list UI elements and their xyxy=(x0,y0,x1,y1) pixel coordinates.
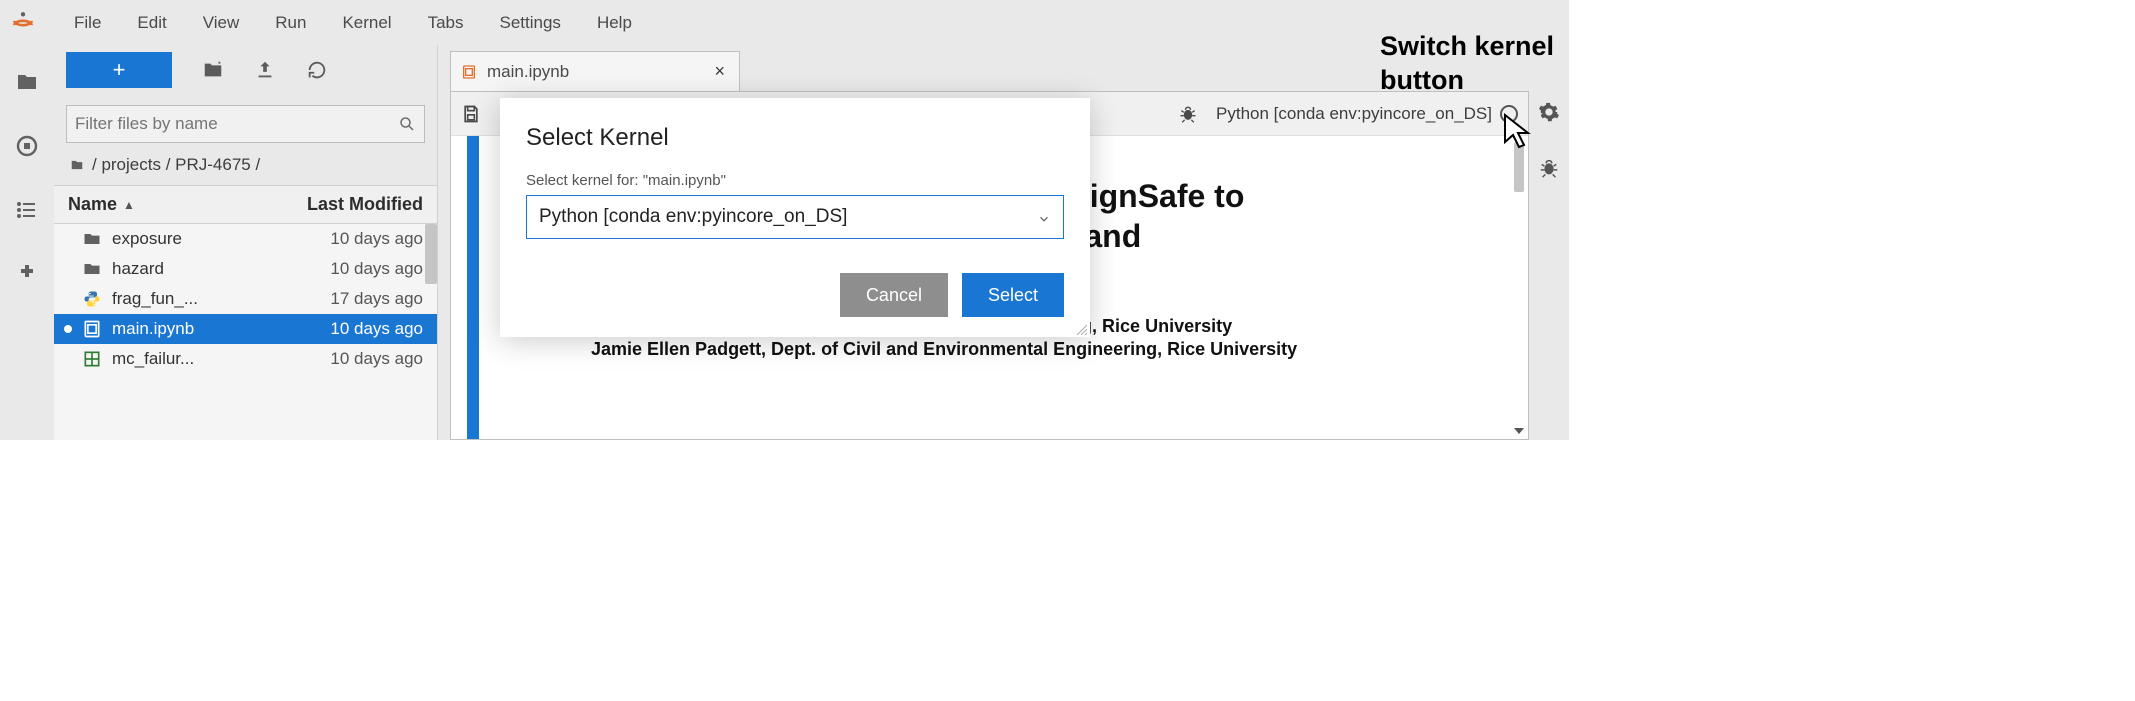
scroll-down-icon[interactable] xyxy=(1514,423,1524,433)
notebook-file-icon xyxy=(461,64,477,80)
bug-icon[interactable] xyxy=(1178,104,1198,124)
running-indicator xyxy=(64,325,72,333)
menu-file[interactable]: File xyxy=(56,9,119,37)
running-indicator xyxy=(64,355,72,363)
list-item[interactable]: mc_failur... 10 days ago xyxy=(54,344,437,374)
folder-icon xyxy=(82,259,102,279)
menu-view[interactable]: View xyxy=(185,9,258,37)
menu-edit[interactable]: Edit xyxy=(119,9,184,37)
close-icon[interactable]: × xyxy=(714,61,725,82)
chevron-down-icon xyxy=(1037,210,1051,224)
menu-settings[interactable]: Settings xyxy=(482,9,579,37)
tab-main-ipynb[interactable]: main.ipynb × xyxy=(450,51,740,91)
app-window: File Edit View Run Kernel Tabs Settings … xyxy=(0,0,1569,440)
sort-ascending-icon: ▲ xyxy=(123,198,135,212)
list-item[interactable]: frag_fun_... 17 days ago xyxy=(54,284,437,314)
running-terminals-icon[interactable] xyxy=(15,134,39,158)
author-line-2: Jamie Ellen Padgett, Dept. of Civil and … xyxy=(491,339,1528,360)
tabstrip: main.ipynb × xyxy=(438,45,1529,91)
kernel-name-label[interactable]: Python [conda env:pyincore_on_DS] xyxy=(1216,104,1492,124)
file-list: exposure 10 days ago hazard 10 days ago … xyxy=(54,224,437,440)
python-file-icon xyxy=(82,289,102,309)
toc-icon[interactable] xyxy=(15,198,39,222)
file-modified: 10 days ago xyxy=(330,319,423,339)
notebook-file-icon xyxy=(82,319,102,339)
breadcrumb-path: / projects / PRJ-4675 / xyxy=(92,155,260,175)
kernel-select-value: Python [conda env:pyincore_on_DS] xyxy=(539,206,1037,228)
filebrowser-filter xyxy=(66,105,425,143)
column-name-label: Name xyxy=(68,194,117,215)
new-folder-icon[interactable] xyxy=(202,59,224,81)
filebrowser-panel: + / projects / PRJ-4675 / xyxy=(54,45,438,440)
filebrowser-columns: Name ▲ Last Modified xyxy=(54,185,437,224)
file-name: exposure xyxy=(112,229,320,249)
dialog-title: Select Kernel xyxy=(526,124,1064,152)
search-icon xyxy=(398,115,416,133)
running-indicator xyxy=(64,295,72,303)
upload-icon[interactable] xyxy=(254,59,276,81)
filter-input[interactable] xyxy=(75,114,398,134)
select-button[interactable]: Select xyxy=(962,273,1064,317)
save-icon[interactable] xyxy=(461,104,481,124)
jupyter-logo-icon xyxy=(10,10,36,36)
debugger-icon[interactable] xyxy=(1538,157,1560,179)
cancel-button[interactable]: Cancel xyxy=(840,273,948,317)
tab-label: main.ipynb xyxy=(487,62,704,82)
property-inspector-icon[interactable] xyxy=(1538,101,1560,123)
list-item[interactable]: exposure 10 days ago xyxy=(54,224,437,254)
folder-icon[interactable] xyxy=(15,70,39,94)
folder-icon xyxy=(82,229,102,249)
file-modified: 10 days ago xyxy=(330,259,423,279)
menubar: File Edit View Run Kernel Tabs Settings … xyxy=(0,0,1569,45)
menu-run[interactable]: Run xyxy=(257,9,324,37)
right-rail xyxy=(1529,45,1569,440)
file-modified: 17 days ago xyxy=(330,289,423,309)
file-name: main.ipynb xyxy=(112,319,320,339)
spreadsheet-file-icon xyxy=(82,349,102,369)
list-item[interactable]: hazard 10 days ago xyxy=(54,254,437,284)
running-indicator xyxy=(64,265,72,273)
scrollbar-thumb[interactable] xyxy=(1514,142,1524,192)
running-indicator xyxy=(64,235,72,243)
file-modified: 10 days ago xyxy=(330,349,423,369)
breadcrumb[interactable]: / projects / PRJ-4675 / xyxy=(54,149,437,185)
resize-handle-icon xyxy=(1075,322,1087,334)
kernel-select[interactable]: Python [conda env:pyincore_on_DS] xyxy=(526,195,1064,239)
refresh-icon[interactable] xyxy=(306,59,328,81)
list-item[interactable]: main.ipynb 10 days ago xyxy=(54,314,437,344)
select-kernel-dialog: Select Kernel Select kernel for: "main.i… xyxy=(500,98,1090,337)
menu-help[interactable]: Help xyxy=(579,9,650,37)
kernel-status-icon[interactable] xyxy=(1500,105,1518,123)
extensions-icon[interactable] xyxy=(15,262,39,286)
menu-kernel[interactable]: Kernel xyxy=(324,9,409,37)
filebrowser-filter-row xyxy=(54,95,437,149)
file-name: hazard xyxy=(112,259,320,279)
filebrowser-toolbar: + xyxy=(54,45,437,95)
file-name: frag_fun_... xyxy=(112,289,320,309)
file-modified: 10 days ago xyxy=(330,229,423,249)
dialog-buttons: Cancel Select xyxy=(526,273,1064,317)
file-name: mc_failur... xyxy=(112,349,320,369)
column-name[interactable]: Name ▲ xyxy=(68,194,307,215)
new-launcher-button[interactable]: + xyxy=(66,52,172,88)
activity-rail xyxy=(0,45,54,440)
column-last-modified[interactable]: Last Modified xyxy=(307,194,423,215)
cell-selection-stripe xyxy=(467,136,479,439)
menu-tabs[interactable]: Tabs xyxy=(410,9,482,37)
scrollbar-thumb[interactable] xyxy=(425,224,437,284)
dialog-prompt: Select kernel for: "main.ipynb" xyxy=(526,172,1064,189)
